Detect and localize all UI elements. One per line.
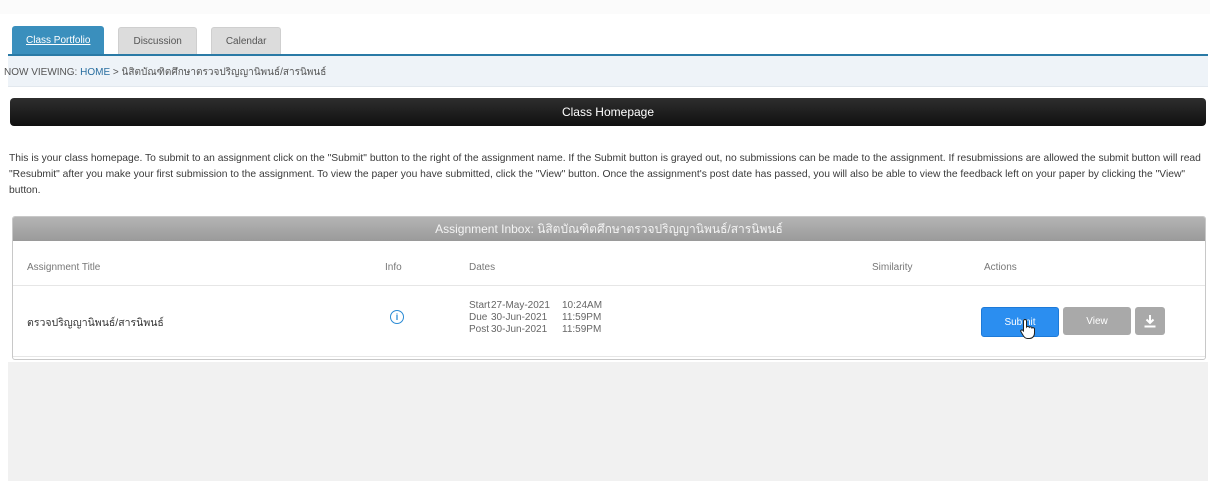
inbox-title: Assignment Inbox: นิสิตบัณฑิตศึกษาตรวจปร… <box>13 217 1205 241</box>
date-value: 27-May-2021 <box>491 300 550 311</box>
column-assignment-title: Assignment Title <box>27 262 101 273</box>
time-value: 11:59PM <box>562 324 602 335</box>
column-dates: Dates <box>469 262 496 273</box>
breadcrumb: NOW VIEWING: HOME > นิสิตบัณฑิตศึกษาตรวจ… <box>4 65 326 80</box>
breadcrumb-current: นิสิตบัณฑิตศึกษาตรวจปริญญานิพนธ์/สารนิพน… <box>121 67 327 78</box>
assignment-inbox: Assignment Inbox: นิสิตบัณฑิตศึกษาตรวจปร… <box>12 216 1206 360</box>
table-row: ตรวจปริญญานิพนธ์/สารนิพนธ์ i Start 27-Ma… <box>13 286 1205 357</box>
time-value: 11:59PM <box>562 312 602 323</box>
date-value: 30-Jun-2021 <box>491 324 548 335</box>
date-label: Start <box>469 300 491 311</box>
column-similarity: Similarity <box>872 262 913 273</box>
tab-class-portfolio[interactable]: Class Portfolio <box>12 26 105 54</box>
assignment-dates: Start 27-May-2021 10:24AM Due 30-Jun-202… <box>469 300 602 336</box>
breadcrumb-separator: > <box>112 67 119 78</box>
intro-text: This is your class homepage. To submit t… <box>9 153 1201 196</box>
date-line-due: Due 30-Jun-2021 11:59PM <box>469 312 602 324</box>
date-label: Due <box>469 312 488 323</box>
date-value: 30-Jun-2021 <box>491 312 548 323</box>
download-button[interactable] <box>1135 307 1165 335</box>
top-strip <box>0 0 1210 14</box>
download-icon <box>1144 315 1156 328</box>
breadcrumb-prefix: NOW VIEWING: <box>4 67 78 78</box>
date-line-start: Start 27-May-2021 10:24AM <box>469 300 602 312</box>
date-line-post: Post 30-Jun-2021 11:59PM <box>469 324 602 336</box>
tab-bar: Class Portfolio Discussion Calendar <box>12 24 282 54</box>
column-actions: Actions <box>984 262 1017 273</box>
tab-calendar[interactable]: Calendar <box>210 27 282 54</box>
page-title: Class Homepage <box>10 98 1206 126</box>
column-info: Info <box>385 262 402 273</box>
column-headers: Assignment Title Info Dates Similarity A… <box>13 241 1205 286</box>
date-label: Post <box>469 324 490 335</box>
assignment-title: ตรวจปริญญานิพนธ์/สารนิพนธ์ <box>27 317 164 329</box>
time-value: 10:24AM <box>562 300 603 311</box>
hand-cursor-icon <box>1020 318 1035 339</box>
view-button[interactable]: View <box>1063 307 1131 335</box>
info-circle-icon[interactable]: i <box>390 310 404 324</box>
empty-content-area <box>8 362 1208 481</box>
tab-discussion[interactable]: Discussion <box>118 27 197 54</box>
breadcrumb-home-link[interactable]: HOME <box>80 67 110 78</box>
